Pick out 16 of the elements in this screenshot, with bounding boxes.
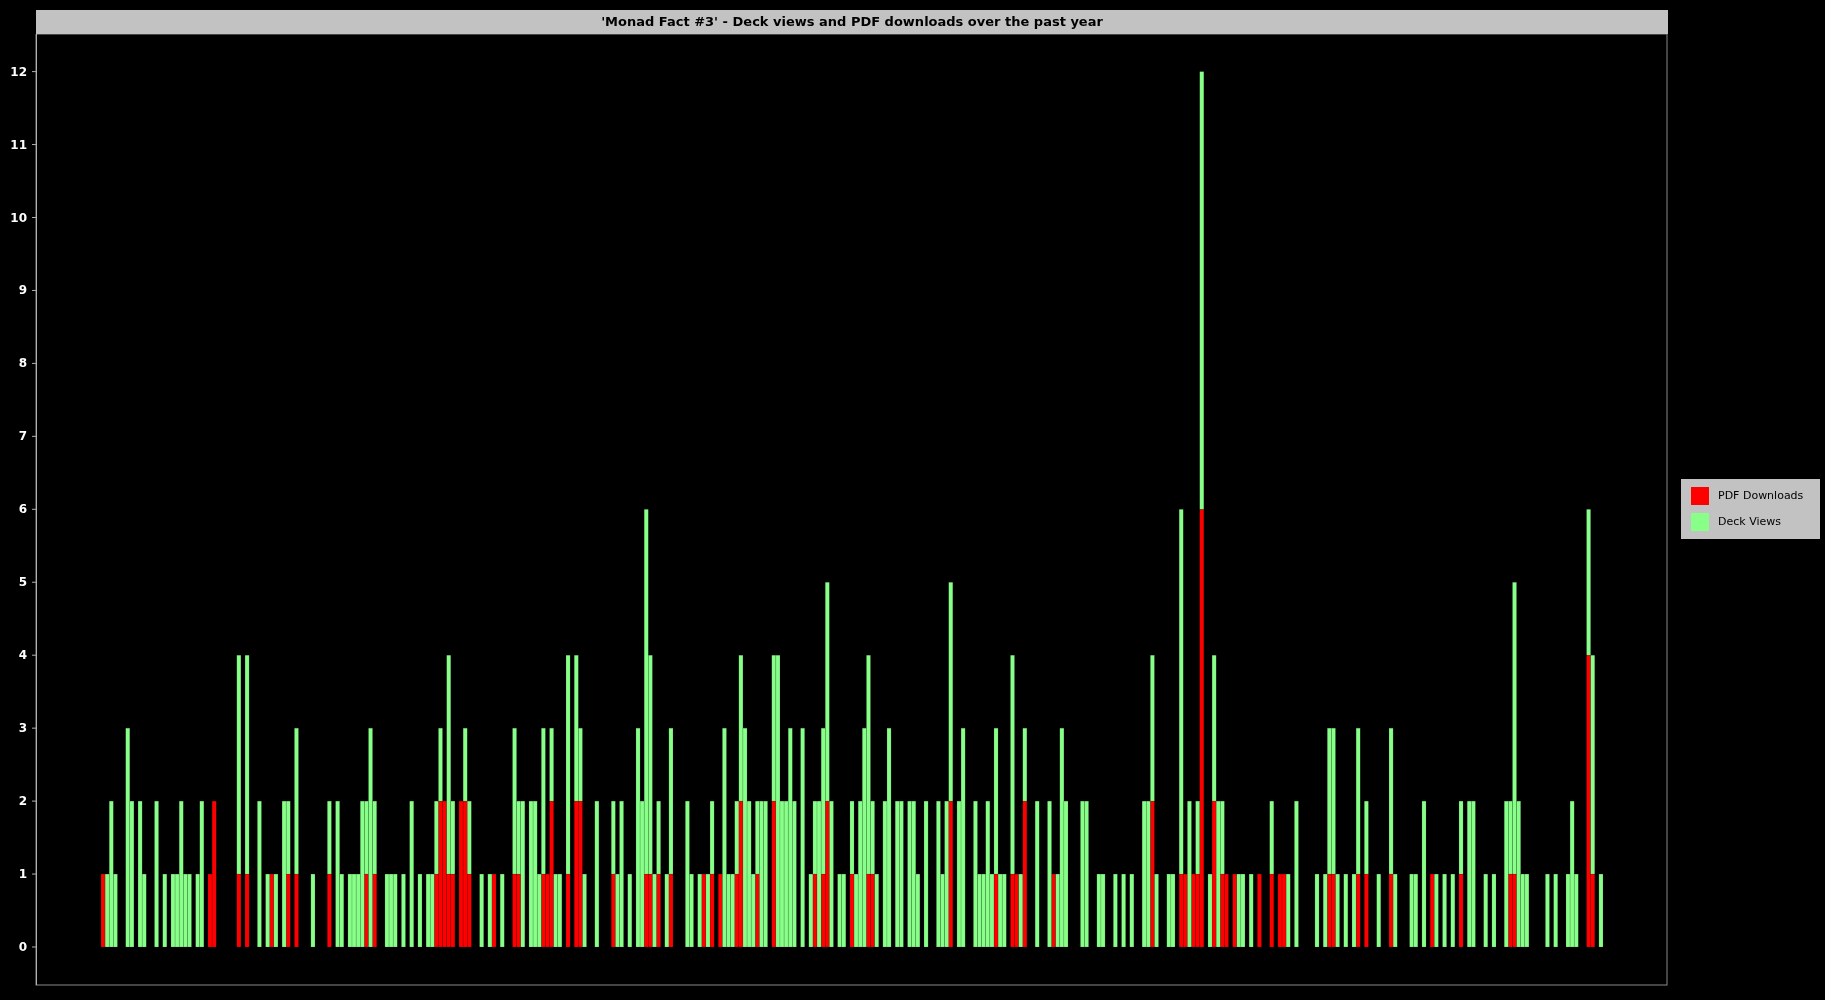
axis-tick-label: 2 bbox=[18, 794, 27, 809]
legend-label: PDF Downloads bbox=[1718, 487, 1804, 504]
axis-tick-label: 7 bbox=[18, 429, 27, 444]
axis-tick-label: 6 bbox=[18, 502, 27, 517]
axis-tick-label: 12 bbox=[10, 64, 27, 79]
axis-tick-label: 9 bbox=[18, 283, 27, 298]
chart-title: 'Monad Fact #3' - Deck views and PDF downloads over the past year bbox=[36, 10, 1668, 34]
axis-tick-label: 8 bbox=[18, 356, 27, 371]
axis-tick-label: 4 bbox=[18, 648, 27, 663]
legend-label: Deck Views bbox=[1718, 513, 1781, 530]
axis-tick-label: 1 bbox=[18, 867, 27, 882]
axis-tick-label: 5 bbox=[18, 575, 27, 590]
axis-tick-label: 3 bbox=[18, 721, 27, 736]
axis-tick-label: 0 bbox=[18, 940, 27, 954]
axis-tick-label: 10 bbox=[10, 210, 27, 225]
axis-tick-label: 11 bbox=[10, 137, 27, 152]
